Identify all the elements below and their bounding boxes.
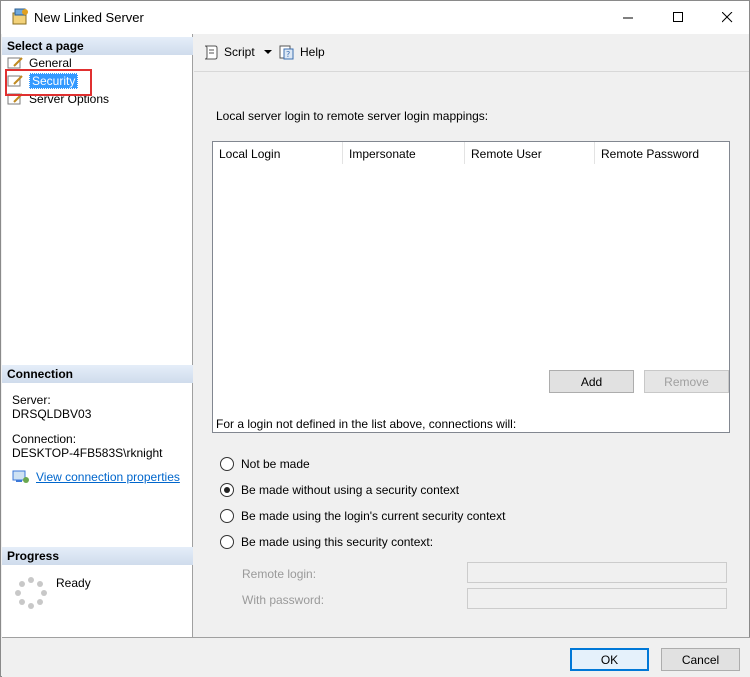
view-connection-properties-link[interactable]: View connection properties (36, 470, 180, 484)
radio-label: Be made using this security context: (241, 535, 434, 549)
window-title: New Linked Server (34, 10, 144, 25)
progress-spinner-icon (15, 577, 47, 609)
connection-header: Connection (2, 365, 193, 383)
remove-button[interactable]: Remove (644, 370, 729, 393)
column-header-local-login[interactable]: Local Login (213, 142, 343, 164)
cancel-button[interactable]: Cancel (661, 648, 740, 671)
remote-login-input[interactable] (467, 562, 727, 583)
radio-label: Not be made (241, 457, 310, 471)
radio-this-security-context[interactable]: Be made using this security context: (220, 535, 433, 549)
script-icon (204, 45, 218, 60)
column-header-impersonate[interactable]: Impersonate (343, 142, 465, 164)
dropdown-arrow-icon (264, 50, 272, 54)
help-label: Help (300, 45, 325, 59)
grid-header-row: Local Login Impersonate Remote User Remo… (213, 142, 729, 164)
radio-label: Be made without using a security context (241, 483, 460, 497)
radio-circle-selected[interactable] (220, 483, 234, 497)
toolbar: Script ? Help (194, 34, 749, 72)
close-button[interactable] (704, 1, 750, 33)
minimize-button[interactable] (605, 1, 651, 33)
maximize-button[interactable] (655, 1, 701, 33)
connection-label: Connection: (12, 432, 77, 446)
column-header-remote-password[interactable]: Remote Password (595, 142, 729, 164)
svg-text:?: ? (286, 50, 290, 59)
view-connection-properties[interactable]: View connection properties (12, 470, 180, 484)
add-button[interactable]: Add (549, 370, 634, 393)
server-value: DRSQLDBV03 (12, 407, 92, 421)
radio-without-security-context[interactable]: Be made without using a security context (220, 483, 459, 497)
radio-login-current-context[interactable]: Be made using the login's current securi… (220, 509, 505, 523)
security-page-content: Local server login to remote server logi… (194, 73, 749, 637)
title-bar: New Linked Server (1, 1, 749, 34)
new-linked-server-dialog: New Linked Server Select a page General … (0, 0, 750, 677)
close-icon (721, 11, 732, 22)
radio-circle[interactable] (220, 457, 234, 471)
radio-label: Be made using the login's current securi… (241, 509, 506, 523)
minimize-icon (622, 17, 633, 18)
remote-login-label: Remote login: (242, 567, 317, 581)
help-icon: ? (279, 45, 294, 60)
connection-value: DESKTOP-4FB583S\rknight (12, 446, 163, 460)
security-highlight-box (5, 69, 92, 96)
with-password-input[interactable] (467, 588, 727, 609)
script-button[interactable]: Script (202, 44, 255, 60)
progress-status: Ready (56, 576, 91, 590)
radio-not-be-made[interactable]: Not be made (220, 457, 310, 471)
wrench-page-icon (7, 57, 23, 69)
help-button[interactable]: ? Help (278, 44, 325, 60)
undefined-login-policy-label: For a login not defined in the list abov… (216, 417, 517, 431)
linked-server-app-icon (12, 8, 28, 25)
page-selector-pane: Select a page General Security Server Op… (2, 34, 193, 637)
maximize-icon (672, 11, 683, 22)
dialog-footer: OK Cancel (2, 637, 750, 677)
connection-properties-icon (12, 470, 29, 483)
script-dropdown-button[interactable] (264, 50, 273, 55)
column-header-remote-user[interactable]: Remote User (465, 142, 595, 164)
progress-header: Progress (2, 547, 193, 565)
login-mappings-label: Local server login to remote server logi… (216, 109, 489, 123)
script-label: Script (224, 45, 255, 59)
radio-circle[interactable] (220, 509, 234, 523)
select-page-header: Select a page (2, 37, 193, 55)
server-label: Server: (12, 393, 51, 407)
page-item-label: General (29, 56, 72, 70)
radio-circle[interactable] (220, 535, 234, 549)
with-password-label: With password: (242, 593, 325, 607)
ok-button[interactable]: OK (570, 648, 649, 671)
